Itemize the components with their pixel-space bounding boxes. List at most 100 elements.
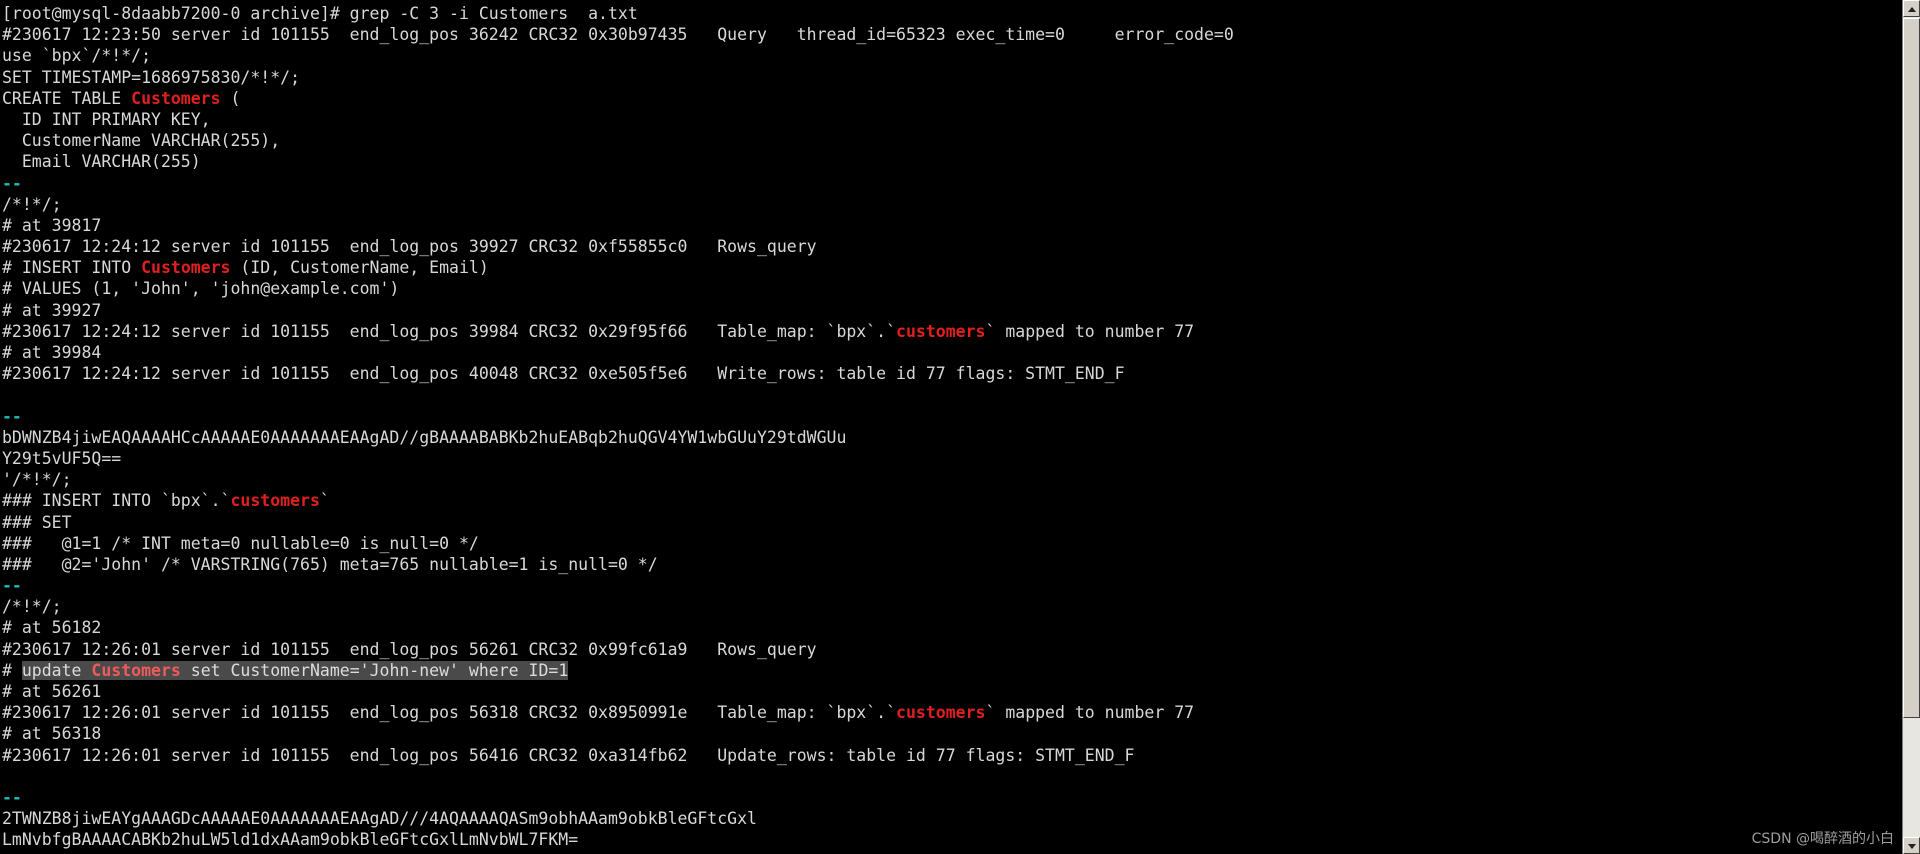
terminal-line: use `bpx`/*!*/; bbox=[2, 45, 1902, 66]
grep-separator: -- bbox=[2, 173, 22, 193]
terminal-text: CustomerName VARCHAR(255), bbox=[2, 131, 281, 151]
terminal-line: Y29t5vUF5Q== bbox=[2, 448, 1902, 469]
terminal-text: ### @2='John' /* VARSTRING(765) meta=765… bbox=[2, 554, 658, 574]
terminal-line: CREATE TABLE Customers ( bbox=[2, 88, 1902, 109]
terminal-text: ID INT PRIMARY KEY, bbox=[2, 109, 211, 129]
terminal-line: -- bbox=[2, 575, 1902, 596]
terminal-line: #230617 12:26:01 server id 101155 end_lo… bbox=[2, 639, 1902, 660]
terminal-text: Y29t5vUF5Q== bbox=[2, 448, 122, 468]
terminal-text: bDWNZB4jiwEAQAAAAHCcAAAAAE0AAAAAAAEAAgAD… bbox=[2, 427, 847, 447]
watermark-label: CSDN @喝醉酒的小白 bbox=[1751, 831, 1894, 847]
terminal-text: # VALUES (1, 'John', 'john@example.com') bbox=[2, 279, 400, 299]
terminal-line: # at 56318 bbox=[2, 723, 1902, 744]
grep-separator: -- bbox=[2, 406, 22, 426]
terminal-line: #230617 12:24:12 server id 101155 end_lo… bbox=[2, 321, 1902, 342]
terminal-text: # bbox=[2, 660, 22, 680]
grep-separator: -- bbox=[2, 576, 22, 596]
terminal-line: /*!*/; bbox=[2, 596, 1902, 617]
terminal-text: #230617 12:24:12 server id 101155 end_lo… bbox=[2, 321, 897, 341]
terminal-text: /*!*/; bbox=[2, 597, 62, 617]
terminal-line: '/*!*/; bbox=[2, 469, 1902, 490]
terminal-text: SET TIMESTAMP=1686975830/*!*/; bbox=[2, 67, 301, 87]
terminal-text: #230617 12:26:01 server id 101155 end_lo… bbox=[2, 745, 1135, 765]
terminal-line: LmNvbfgBAAAACABKb2huLW5ld1dxAAam9obkBleG… bbox=[2, 829, 1902, 850]
terminal-text: CREATE TABLE bbox=[2, 88, 132, 108]
terminal-line: #230617 12:24:12 server id 101155 end_lo… bbox=[2, 236, 1902, 257]
terminal-text: use `bpx`/*!*/; bbox=[2, 46, 152, 66]
grep-separator: -- bbox=[2, 787, 22, 807]
terminal-line: -- bbox=[2, 173, 1902, 194]
scrollbar-thumb[interactable] bbox=[1903, 18, 1920, 718]
terminal-text: # at 39984 bbox=[2, 343, 102, 362]
grep-match-text: customers bbox=[230, 491, 320, 511]
vertical-scrollbar[interactable] bbox=[1902, 0, 1920, 854]
scroll-down-arrow-icon[interactable] bbox=[1903, 837, 1920, 854]
grep-match-text: Customers bbox=[131, 88, 221, 108]
terminal-text: [root@mysql-8daabb7200-0 archive]# grep … bbox=[2, 4, 638, 23]
terminal-text: (ID, CustomerName, Email) bbox=[230, 258, 489, 278]
terminal-text: #230617 12:23:50 server id 101155 end_lo… bbox=[2, 25, 1234, 45]
terminal-text: Email VARCHAR(255) bbox=[2, 152, 201, 172]
terminal-line: # at 39984 bbox=[2, 342, 1902, 363]
terminal-line: bDWNZB4jiwEAQAAAAHCcAAAAAE0AAAAAAAEAAgAD… bbox=[2, 427, 1902, 448]
terminal-text: ( bbox=[220, 88, 241, 108]
triangle-down-icon bbox=[1907, 843, 1916, 849]
terminal-text: # at 56261 bbox=[2, 682, 102, 701]
terminal-text: # INSERT INTO bbox=[2, 258, 142, 278]
terminal-line: CustomerName VARCHAR(255), bbox=[2, 130, 1902, 151]
grep-match-text: customers bbox=[896, 321, 986, 341]
terminal-line: # VALUES (1, 'John', 'john@example.com') bbox=[2, 278, 1902, 299]
terminal-text: #230617 12:24:12 server id 101155 end_lo… bbox=[2, 364, 1125, 384]
terminal-window[interactable]: [root@mysql-8daabb7200-0 archive]# grep … bbox=[0, 0, 1920, 854]
grep-match-text: Customers bbox=[141, 258, 231, 278]
terminal-text: LmNvbfgBAAAACABKb2huLW5ld1dxAAam9obkBleG… bbox=[2, 830, 579, 850]
terminal-line: -- bbox=[2, 787, 1902, 808]
terminal-text: # at 39927 bbox=[2, 300, 102, 320]
terminal-line: # at 56182 bbox=[2, 617, 1902, 638]
terminal-line: -- bbox=[2, 406, 1902, 427]
triangle-up-icon bbox=[1907, 6, 1916, 12]
terminal-text: # at 56318 bbox=[2, 724, 102, 744]
terminal-line: Email VARCHAR(255) bbox=[2, 151, 1902, 172]
terminal-line: #230617 12:23:50 server id 101155 end_lo… bbox=[2, 24, 1902, 45]
scroll-up-arrow-icon[interactable] bbox=[1903, 0, 1920, 17]
terminal-line: #230617 12:24:12 server id 101155 end_lo… bbox=[2, 363, 1902, 384]
terminal-line: # at 56261 bbox=[2, 681, 1902, 702]
terminal-screen[interactable]: [root@mysql-8daabb7200-0 archive]# grep … bbox=[0, 0, 1902, 854]
terminal-text: ` mapped to number 77 bbox=[985, 321, 1195, 341]
terminal-line: ### @1=1 /* INT meta=0 nullable=0 is_nul… bbox=[2, 533, 1902, 554]
terminal-text: #230617 12:24:12 server id 101155 end_lo… bbox=[2, 237, 817, 257]
terminal-line: # at 39817 bbox=[2, 215, 1902, 236]
terminal-text: # at 39817 bbox=[2, 215, 102, 235]
terminal-line: ### INSERT INTO `bpx`.`customers` bbox=[2, 490, 1902, 511]
selected-grep-match-text: Customers bbox=[91, 660, 181, 680]
terminal-text: #230617 12:26:01 server id 101155 end_lo… bbox=[2, 639, 817, 659]
terminal-line: #230617 12:26:01 server id 101155 end_lo… bbox=[2, 745, 1902, 766]
grep-match-text: customers bbox=[896, 703, 986, 723]
terminal-text: '/*!*/; bbox=[2, 470, 72, 490]
terminal-line: /*!*/; bbox=[2, 194, 1902, 215]
terminal-line: ID INT PRIMARY KEY, bbox=[2, 109, 1902, 130]
terminal-line: ### @2='John' /* VARSTRING(765) meta=765… bbox=[2, 554, 1902, 575]
terminal-text: /*!*/; bbox=[2, 194, 62, 214]
terminal-line-selected: # update Customers set CustomerName='Joh… bbox=[2, 660, 1902, 681]
terminal-line: ### SET bbox=[2, 512, 1902, 533]
terminal-text: ### INSERT INTO `bpx`.` bbox=[2, 491, 231, 511]
terminal-line: # INSERT INTO Customers (ID, CustomerNam… bbox=[2, 257, 1902, 278]
terminal-line: [root@mysql-8daabb7200-0 archive]# grep … bbox=[2, 3, 1902, 24]
selected-text: update bbox=[21, 660, 92, 680]
terminal-text: ### @1=1 /* INT meta=0 nullable=0 is_nul… bbox=[2, 533, 479, 553]
terminal-line: # at 39927 bbox=[2, 300, 1902, 321]
terminal-text: 2TWNZB8jiwEAYgAAAGDcAAAAAE0AAAAAAAEAAgAD… bbox=[2, 809, 757, 829]
terminal-line: SET TIMESTAMP=1686975830/*!*/; bbox=[2, 67, 1902, 88]
terminal-line: 2TWNZB8jiwEAYgAAAGDcAAAAAE0AAAAAAAEAAgAD… bbox=[2, 808, 1902, 829]
terminal-text: # at 56182 bbox=[2, 618, 102, 638]
selected-text: set CustomerName='John-new' where ID=1 bbox=[180, 660, 569, 680]
terminal-text: #230617 12:26:01 server id 101155 end_lo… bbox=[2, 703, 897, 723]
terminal-text: ` mapped to number 77 bbox=[985, 703, 1195, 723]
terminal-text: ` bbox=[319, 491, 330, 511]
terminal-text: ### SET bbox=[2, 512, 72, 532]
terminal-line: #230617 12:26:01 server id 101155 end_lo… bbox=[2, 702, 1902, 723]
